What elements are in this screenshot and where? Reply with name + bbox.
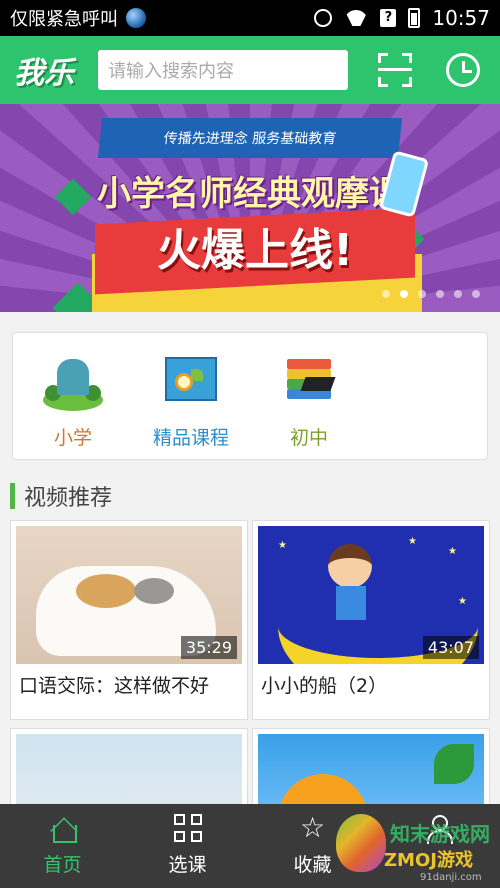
site-watermark: 知末游戏网 ZMOJ游戏 91danji.com xyxy=(320,800,500,888)
carousel-dot[interactable] xyxy=(382,290,390,298)
carousel-dot[interactable] xyxy=(400,290,408,298)
category-label: 初中 xyxy=(289,427,328,449)
tab-home[interactable]: 首页 xyxy=(0,804,125,888)
alarm-icon xyxy=(314,9,333,27)
banner-ribbon: 传播先进理念 服务基础教育 xyxy=(97,118,403,158)
video-thumbnail: 35:29 xyxy=(16,526,242,664)
grid-icon xyxy=(173,814,202,842)
search-placeholder: 请输入搜索内容 xyxy=(108,61,234,82)
tab-select-course[interactable]: 选课 xyxy=(125,804,250,888)
section-title: 视频推荐 xyxy=(24,486,113,511)
home-icon xyxy=(49,814,77,843)
video-card[interactable]: 35:29 口语交际：这样做不好 xyxy=(10,520,248,720)
banner-subline: 火爆上线! xyxy=(156,225,354,276)
video-card[interactable]: ★ ★ ★ ★ 43:07 小小的船（2） xyxy=(252,520,490,720)
banner-headline: 小学名师经典观摩课 xyxy=(97,174,403,214)
video-duration: 43:07 xyxy=(422,636,479,659)
category-label: 精品课程 xyxy=(152,427,229,449)
app-header: 我乐 请输入搜索内容 xyxy=(0,36,500,104)
watermark-line1: 知末游戏网 xyxy=(390,822,490,846)
category-label: 小学 xyxy=(53,427,92,449)
category-premium-courses[interactable]: 精品课程 xyxy=(141,351,241,450)
video-title: 口语交际：这样做不好 xyxy=(19,675,210,697)
scan-icon[interactable] xyxy=(378,53,412,87)
video-duration: 35:29 xyxy=(180,636,237,659)
carousel-dot[interactable] xyxy=(418,290,426,298)
category-middle-school[interactable]: 初中 xyxy=(259,351,359,450)
video-title: 小小的船（2） xyxy=(261,675,388,697)
carousel-indicator xyxy=(382,290,480,298)
category-panel: 小学 精品课程 初中 xyxy=(12,332,488,460)
watermark-line3: 91danji.com xyxy=(420,872,482,883)
tab-label: 首页 xyxy=(43,854,82,876)
carousel-dot[interactable] xyxy=(472,290,480,298)
book-icon xyxy=(161,351,221,411)
school-icon xyxy=(43,351,103,411)
carousel-dot[interactable] xyxy=(436,290,444,298)
section-accent-bar xyxy=(10,483,15,509)
battery-icon xyxy=(408,8,421,28)
status-indicators: ? 10:57 xyxy=(314,6,490,30)
status-bar: 仅限紧急呼叫 ? 10:57 xyxy=(0,0,500,36)
video-thumbnail: ★ ★ ★ ★ 43:07 xyxy=(258,526,484,664)
carousel-dot[interactable] xyxy=(454,290,462,298)
apple-logo-icon xyxy=(336,814,386,872)
category-primary-school[interactable]: 小学 xyxy=(23,351,123,450)
wifi-icon xyxy=(344,10,368,26)
search-input[interactable]: 请输入搜索内容 xyxy=(98,50,348,90)
history-icon[interactable] xyxy=(446,53,480,87)
app-logo[interactable]: 我乐 xyxy=(14,48,80,92)
tab-label: 选课 xyxy=(168,854,207,876)
status-time: 10:57 xyxy=(432,6,490,30)
books-graduation-cap-icon xyxy=(279,351,339,411)
section-header: 视频推荐 xyxy=(10,482,113,511)
banner-carousel[interactable]: 传播先进理念 服务基础教育 小学名师经典观摩课 火爆上线! xyxy=(0,104,500,312)
globe-icon xyxy=(126,8,146,28)
watermark-line2: ZMOJ游戏 xyxy=(384,850,473,871)
carrier-text: 仅限紧急呼叫 xyxy=(10,9,118,30)
signal-icon: ? xyxy=(380,9,397,27)
